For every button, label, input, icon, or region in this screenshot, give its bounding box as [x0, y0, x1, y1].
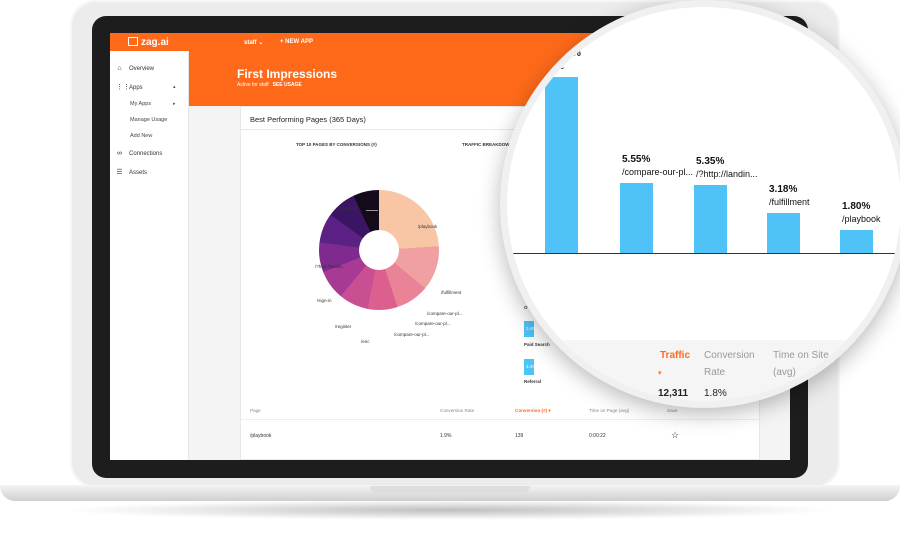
col-header-time-on-page[interactable]: Time on Page (avg): [589, 408, 629, 413]
chart-bar[interactable]: [694, 185, 727, 253]
logo-text: zag.ai: [141, 37, 169, 48]
pie-label: /playbook: [339, 206, 359, 211]
bar-value-label: 1.80%: [842, 201, 871, 213]
pie-hole: [359, 230, 399, 270]
chevron-right-icon[interactable]: ▸: [173, 101, 176, 107]
bar-category-label: /?http://landin...: [696, 169, 758, 180]
time-value: 0:00: [773, 388, 793, 399]
sidebar: ⌂ Overview ⋮⋮Apps ▴ My Apps ▸ Manage Usag…: [110, 51, 189, 460]
col-header-time-cont: (avg): [773, 367, 796, 378]
chevron-up-icon[interactable]: ▴: [173, 84, 176, 90]
sidebar-item-assets[interactable]: ☰ Assets: [116, 168, 147, 176]
pie-label: /compare-our-pl...: [394, 332, 430, 337]
sidebar-item-apps[interactable]: ⋮⋮Apps: [116, 83, 143, 91]
grid-icon: ⋮⋮: [116, 84, 130, 91]
zag-logo[interactable]: zag.ai: [128, 37, 169, 48]
pie-leader: [366, 210, 378, 211]
pie-label: /fulfillment: [441, 290, 462, 295]
page-subtitle: Active for staff SEE USAGE: [237, 82, 302, 88]
chart-bar[interactable]: [545, 76, 578, 253]
chart-bar[interactable]: [620, 182, 653, 253]
logo-mark-icon: [128, 37, 138, 46]
pie-label: /eric: [361, 339, 370, 344]
pie-label: /sign-in: [317, 298, 332, 303]
col-header-conversion[interactable]: Conversion: [704, 350, 755, 361]
account-label: staff: [244, 40, 257, 46]
card-title: Best Performing Pages (365 Days): [250, 115, 366, 124]
col-header-page[interactable]: Page: [250, 408, 261, 413]
star-icon[interactable]: ☆: [671, 430, 679, 441]
page-title: First Impressions: [237, 67, 338, 81]
laptop-shadow: [60, 500, 840, 520]
bar-category-label: /fulfillment: [769, 196, 810, 207]
list-icon: ☰: [116, 169, 123, 176]
pie-label: /playbook: [418, 224, 438, 229]
col-header-conversion-rate[interactable]: Conversion Rate: [440, 408, 474, 413]
mini-bar-value: 3.4%: [526, 326, 537, 331]
pie-label: /register: [335, 324, 352, 329]
chart-bar[interactable]: [840, 230, 873, 253]
table-divider: [241, 419, 761, 420]
col-header-save: Save: [667, 408, 678, 413]
chart-baseline: [507, 253, 900, 254]
table-cell-time: 0:00:22: [589, 433, 606, 439]
chevron-down-icon: ⌄: [258, 40, 264, 46]
bar-value-label: 5.55%: [622, 153, 651, 165]
sidebar-item-label: Assets: [129, 170, 148, 176]
donut-title: TOP 10 PAGES BY CONVERSIONS (#): [296, 142, 377, 147]
col-header-conversions[interactable]: Conversion (#) ▾: [515, 408, 551, 414]
table-cell-rate: 1.9%: [440, 433, 452, 439]
pie-label: /compare-our-pl...: [427, 311, 463, 316]
pie-label: /compare-our-pl...: [415, 321, 451, 326]
sidebar-item-connections[interactable]: ∞ Connections: [116, 150, 162, 157]
link-icon: ∞: [117, 150, 122, 157]
bar-value-label: 13.89%: [547, 47, 581, 59]
bar-category-label: /compare-our-pl...: [622, 166, 694, 177]
laptop-mockup: zag.ai staff ⌄ + NEW APP ⌂ Overview ⋮⋮App…: [0, 0, 900, 552]
sidebar-item-label: Connections: [129, 151, 163, 157]
bar-category-label: /eric: [547, 60, 565, 71]
traffic-value: 12,311: [658, 388, 689, 399]
account-selector[interactable]: staff ⌄: [244, 39, 263, 46]
rate-value: 1.8%: [704, 388, 727, 399]
sidebar-subitem-manage-usage[interactable]: Manage Usage: [130, 117, 167, 123]
col-header-traffic[interactable]: Traffic: [660, 350, 690, 361]
sidebar-item-label: Apps: [129, 85, 143, 91]
magnifier-lens: Traffic ▾ Conversion Rate Time on Site (…: [507, 7, 900, 401]
col-header-time-on-site[interactable]: Time on Site: [773, 350, 829, 361]
laptop-notch: [370, 486, 530, 493]
sort-down-icon[interactable]: ▾: [658, 369, 662, 377]
sidebar-item-label: Overview: [129, 66, 155, 72]
bar-category-label: /playbook: [842, 214, 881, 225]
col-header-conversion-cont: Rate: [704, 367, 726, 378]
sidebar-subitem-my-apps[interactable]: My Apps: [130, 101, 151, 107]
active-for-label: Active for staff: [237, 82, 269, 88]
pie-label: /?http://landin...: [315, 264, 346, 269]
sidebar-item-overview[interactable]: ⌂ Overview: [116, 65, 154, 72]
table-cell-conversions: 139: [515, 433, 524, 439]
home-icon: ⌂: [117, 65, 122, 72]
sidebar-subitem-add-new[interactable]: Add New: [130, 133, 152, 139]
chart-bar[interactable]: [767, 212, 800, 253]
new-app-button[interactable]: + NEW APP: [280, 39, 313, 45]
see-usage-link[interactable]: SEE USAGE: [273, 82, 302, 88]
bar-value-label: 3.18%: [769, 183, 798, 195]
bar-value-label: 5.35%: [696, 156, 725, 168]
table-cell-page[interactable]: /playbook: [250, 433, 271, 439]
